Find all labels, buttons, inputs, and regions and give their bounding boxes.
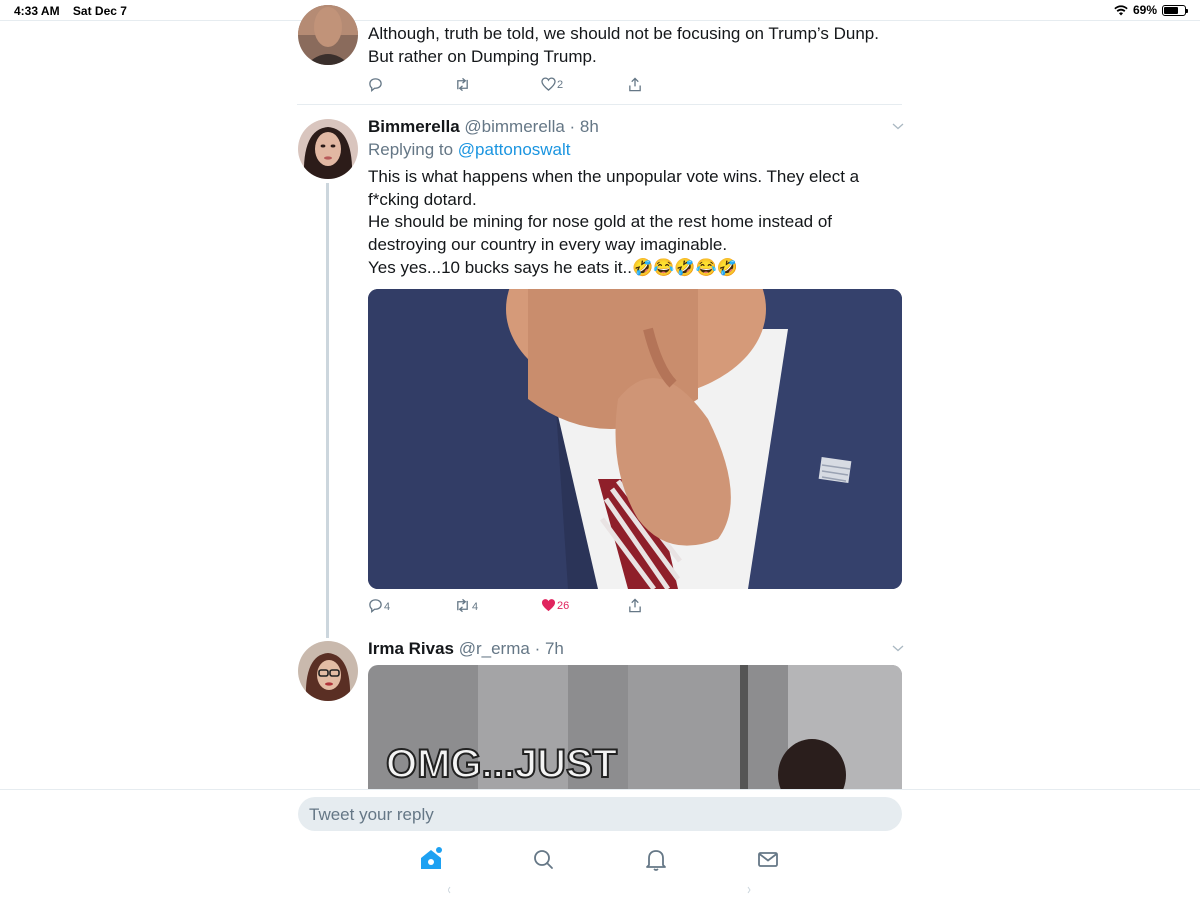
messages-icon[interactable] [755,846,781,872]
tweet-header: Bimmerella @bimmerella · 8h [368,117,599,137]
heart-icon [541,77,556,91]
header-separator: · [529,639,545,658]
reply-button[interactable] [368,77,384,92]
share-button[interactable] [628,598,642,613]
page-indicator [448,886,751,894]
status-time-date: 4:33 AM Sat Dec 7 [14,4,137,18]
share-button[interactable] [628,77,642,92]
battery-percent: 69% [1132,3,1157,17]
tweet-text-line: But rather on Dumping Trump. [368,46,597,66]
replying-to: Replying to @pattonoswalt [368,140,571,160]
tweet-text-line: Yes yes...10 bucks says he eats it..🤣😂🤣😂… [368,257,738,277]
tweet-text: Although, truth be told, we should not b… [368,23,908,68]
like-count: 2 [557,79,564,91]
home-icon[interactable] [418,846,444,872]
tweet-image[interactable] [368,289,902,589]
like-count: 26 [557,600,570,612]
tweet-text-line: destroying our country in every way imag… [368,235,728,255]
replying-to-mention[interactable]: @pattonoswalt [458,140,571,159]
avatar[interactable] [298,641,358,701]
retweet-icon [457,77,468,92]
tweet-time: 8h [579,117,599,136]
gif-caption: OMG...JUST [386,742,617,786]
avatar[interactable] [298,5,358,65]
retweet-button[interactable]: 4 [454,598,478,613]
retweet-button[interactable] [454,77,472,92]
header-separator: · [564,117,580,136]
reply-button[interactable]: 4 [368,598,390,613]
share-icon [629,77,641,92]
status-indicators: 69% [1114,3,1188,17]
reply-count: 4 [384,601,391,613]
user-handle[interactable]: @r_erma [459,639,530,658]
reply-icon [369,599,382,613]
status-time: 4:33 AM [14,4,60,18]
battery-level [1164,6,1178,14]
retweet-icon [457,598,468,613]
tweet-text-line: He should be mining for nose gold at the… [368,212,833,232]
avatar[interactable] [298,119,358,179]
notifications-icon[interactable] [643,846,669,872]
battery-icon [1162,4,1188,16]
like-button[interactable]: 26 [541,598,569,612]
chevron-down-icon[interactable] [891,121,905,131]
heart-filled-icon [541,599,556,612]
user-handle[interactable]: @bimmerella [464,117,564,136]
reply-input[interactable]: Tweet your reply [298,797,902,831]
share-icon [629,598,641,613]
replying-to-label: Replying to [368,140,454,159]
thread-line [326,183,329,638]
reply-icon [369,78,382,92]
tweet-header: Irma Rivas @r_erma · 7h [368,639,564,659]
tweet-text-line: This is what happens when the unpopular … [368,167,860,186]
search-icon[interactable] [530,846,556,872]
tweet-text-line: Although, truth be told, we should not b… [368,24,879,43]
status-divider [0,20,1200,21]
tweet-actions: 2 [368,77,668,97]
retweet-count: 4 [472,601,479,613]
chevron-down-icon[interactable] [891,643,905,653]
like-button[interactable]: 2 [541,77,563,91]
tweet-divider [297,104,902,105]
reply-placeholder: Tweet your reply [309,805,434,824]
tweet-actions: 4 4 26 [368,598,668,618]
tweet-text: This is what happens when the unpopular … [368,166,908,280]
wifi-icon [1114,4,1128,15]
display-name[interactable]: Irma Rivas [368,639,454,658]
tweet-gif[interactable]: OMG...JUST [368,665,902,789]
tweet-text-line: f*cking dotard. [368,189,477,209]
display-name[interactable]: Bimmerella [368,117,460,136]
status-bar: 4:33 AM Sat Dec 7 69% [0,0,1200,20]
status-date: Sat Dec 7 [72,4,127,18]
tweet-time: 7h [544,639,564,658]
